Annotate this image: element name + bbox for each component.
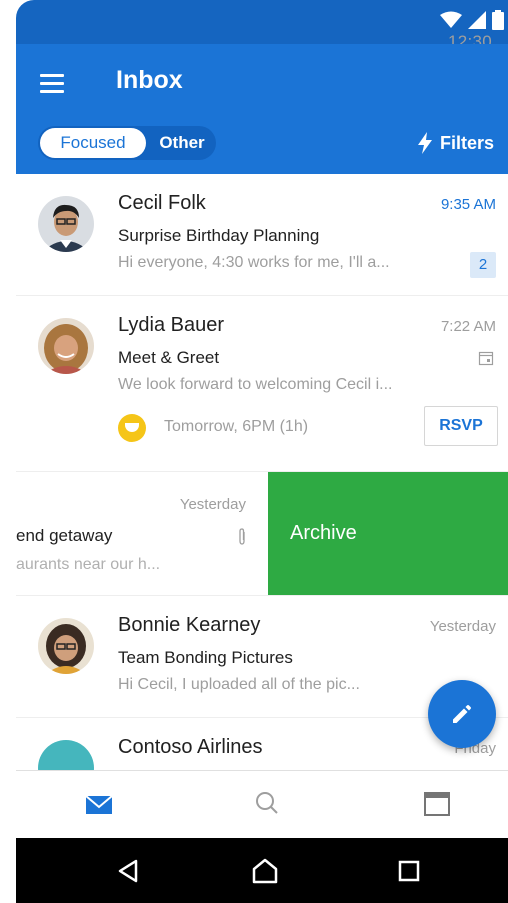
- avatar: [38, 618, 94, 674]
- rsvp-button[interactable]: RSVP: [424, 406, 498, 446]
- archive-swipe-action[interactable]: Archive: [268, 472, 508, 595]
- sender-name: Contoso Airlines: [118, 736, 263, 758]
- message-preview: aurants near our h...: [16, 556, 161, 573]
- avatar: [38, 318, 94, 374]
- sender-name: Cecil Folk: [118, 192, 206, 214]
- filters-label: Filters: [439, 132, 494, 153]
- system-nav-bar: [16, 838, 508, 903]
- message-time: 9:35 AM: [440, 196, 496, 213]
- battery-icon: [492, 10, 504, 30]
- message-preview: Hi everyone, 4:30 works for me, I'll a..…: [118, 254, 390, 271]
- message-time: Yesterday: [429, 618, 496, 635]
- back-icon[interactable]: [114, 856, 144, 886]
- swiped-message-row[interactable]: Yesterday end getaway aurants near our h…: [16, 472, 508, 596]
- message-time: 7:22 AM: [440, 318, 496, 335]
- message-subject: end getaway: [16, 526, 113, 545]
- coffee-cup-icon: [118, 414, 146, 442]
- tab-other[interactable]: Other: [150, 128, 214, 158]
- inbox-tab-switcher: Focused Other: [38, 126, 216, 160]
- archive-label: Archive: [290, 522, 357, 544]
- pencil-icon: [453, 705, 471, 723]
- menu-icon[interactable]: [38, 72, 68, 98]
- page-title: Inbox: [116, 66, 183, 94]
- message-list: Cecil Folk 9:35 AM Surprise Birthday Pla…: [16, 174, 508, 772]
- message-subject: Team Bonding Pictures: [118, 648, 293, 667]
- wifi-icon: [440, 11, 462, 28]
- swiped-message-content[interactable]: Yesterday end getaway aurants near our h…: [16, 472, 268, 595]
- filters-button[interactable]: Filters: [417, 130, 494, 156]
- avatar: [38, 196, 94, 252]
- avatar: [38, 740, 94, 772]
- message-preview: Hi Cecil, I uploaded all of the pic...: [118, 676, 360, 693]
- thread-count-badge: 2: [470, 252, 496, 278]
- calendar-invite-icon: [478, 351, 494, 366]
- message-subject: Meet & Greet: [118, 348, 220, 367]
- attachment-icon: [239, 528, 245, 545]
- signal-icon: [468, 11, 486, 29]
- home-icon[interactable]: [250, 856, 280, 886]
- message-subject: Surprise Birthday Planning: [118, 226, 320, 245]
- recents-icon[interactable]: [394, 856, 424, 886]
- tab-focused[interactable]: Focused: [40, 128, 146, 158]
- status-bar: 12:30: [16, 0, 508, 51]
- message-time: Yesterday: [179, 496, 246, 513]
- event-time: Tomorrow, 6PM (1h): [164, 418, 309, 435]
- mail-icon[interactable]: [82, 787, 116, 821]
- compose-button[interactable]: [428, 680, 496, 748]
- calendar-icon[interactable]: [420, 787, 454, 821]
- sender-name: Bonnie Kearney: [118, 614, 261, 636]
- app-header: Inbox Focused Other Filters: [16, 44, 508, 174]
- bottom-nav: [16, 770, 508, 838]
- search-icon[interactable]: [250, 787, 284, 821]
- app-frame: 12:30 Inbox Focused Other Filters Cecil …: [16, 0, 508, 903]
- message-preview: We look forward to welcoming Cecil i...: [118, 376, 393, 393]
- message-row[interactable]: Lydia Bauer 7:22 AM Meet & Greet We look…: [16, 296, 508, 472]
- message-row[interactable]: Cecil Folk 9:35 AM Surprise Birthday Pla…: [16, 174, 508, 296]
- lightning-icon: [417, 132, 432, 154]
- sender-name: Lydia Bauer: [118, 314, 224, 336]
